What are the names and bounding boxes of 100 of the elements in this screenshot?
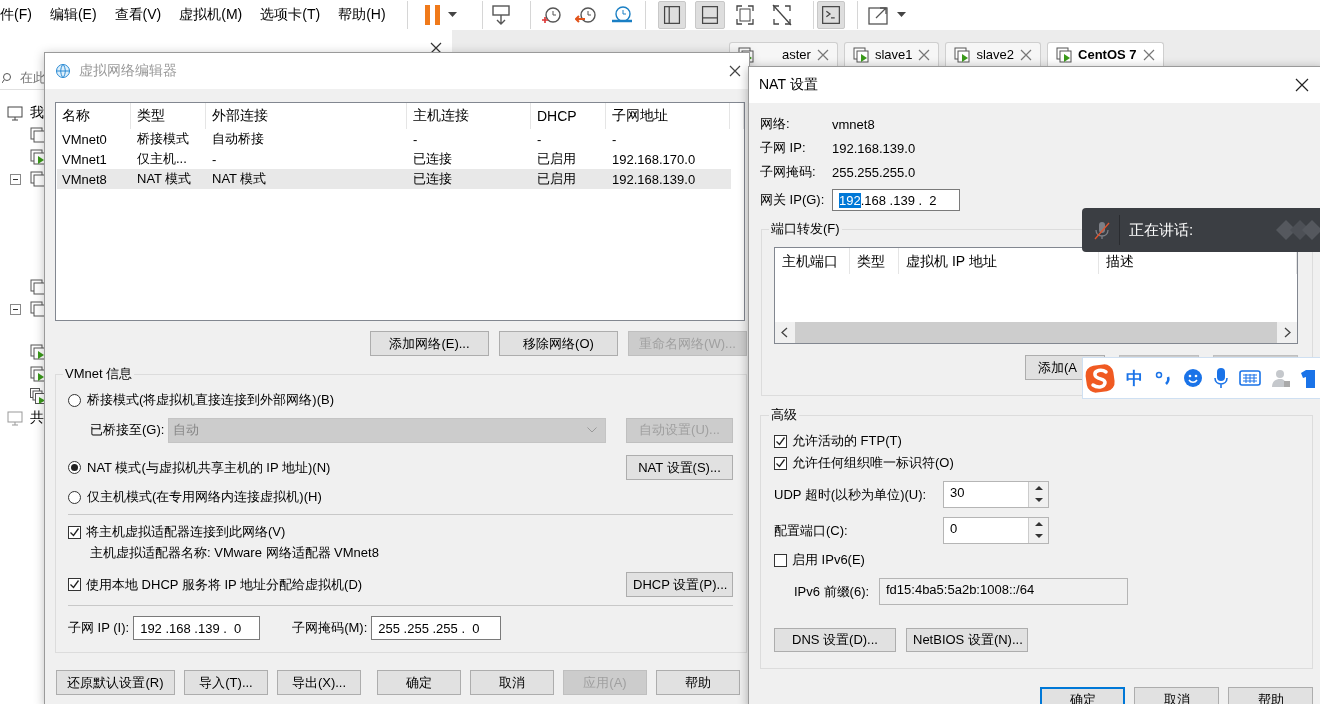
menu-item[interactable]: 虚拟机(M)	[170, 0, 252, 30]
dialog-title: NAT 设置	[759, 76, 819, 94]
table-row[interactable]: VMnet8 NAT 模式 NAT 模式 已连接 已启用 192.168.139.0	[57, 169, 731, 189]
radio-button[interactable]	[68, 490, 81, 504]
close-icon[interactable]	[430, 42, 442, 54]
ip-field[interactable]: 192.168 .139 . 2	[832, 189, 960, 211]
column-header[interactable]: DHCP	[531, 103, 606, 129]
table-cell-text: 桥接模式	[136, 130, 190, 148]
list-button[interactable]: 移除网络(O)	[499, 331, 618, 356]
menu-item[interactable]: 件(F)	[0, 0, 41, 30]
column-header[interactable]: 类型	[850, 248, 899, 274]
revert-icon[interactable]	[574, 4, 597, 26]
field-label: 配置端口(C):	[774, 521, 849, 540]
snapshot-icon[interactable]	[539, 4, 562, 26]
checkbox[interactable]	[68, 578, 81, 591]
radio-label: NAT 模式(与虚拟机共享主机的 IP 地址)(N)	[87, 458, 331, 477]
adapter-name: 主机虚拟适配器名称: VMware 网络适配器 VMnet8	[89, 544, 380, 562]
radio-button[interactable]	[68, 461, 81, 474]
dialog-title: 虚拟网络编辑器	[79, 62, 178, 80]
running-vm-icon	[954, 46, 971, 63]
checkbox-label: 允许任何组织唯一标识符(O)	[792, 454, 954, 472]
caret-icon[interactable]	[896, 12, 906, 18]
input-mode-toggle[interactable]: 中	[1126, 366, 1143, 390]
column-header[interactable]: 名称	[56, 103, 131, 129]
group-title: VMnet 信息	[64, 365, 134, 383]
dialog-button[interactable]: 还原默认设置(R)	[56, 670, 175, 695]
scrollbar[interactable]	[775, 322, 1297, 343]
group-title: 端口转发(F)	[770, 220, 841, 238]
dhcp-settings-button[interactable]: DHCP 设置(P)...	[626, 572, 733, 597]
keyboard-icon[interactable]	[1239, 369, 1261, 387]
menu-item[interactable]: 帮助(H)	[329, 0, 395, 30]
table-row[interactable]: VMnet1 仅主机... - 已连接 已启用 192.168.170.0	[57, 149, 731, 169]
tab[interactable]: slave2	[945, 42, 1042, 66]
field-label: 子网掩码:	[760, 163, 817, 181]
search-icon	[2, 71, 12, 84]
monitor-icon	[7, 410, 23, 426]
chevron-down-icon	[587, 427, 598, 433]
settings-button[interactable]: NetBIOS 设置(N)...	[906, 628, 1028, 652]
column-header[interactable]: 类型	[131, 103, 206, 129]
table-cell-text: NAT 模式	[211, 170, 268, 188]
tree-item[interactable]: 我	[30, 104, 44, 122]
settings-button[interactable]: DNS 设置(D)...	[774, 628, 896, 652]
checkbox[interactable]	[774, 434, 787, 448]
collapse-icon[interactable]	[10, 173, 21, 185]
checkbox-label: 将主机虚拟适配器连接到此网络(V)	[86, 523, 286, 541]
field-value: 255.255.255.0	[832, 164, 916, 180]
nat-settings-button[interactable]: NAT 设置(S)...	[626, 455, 733, 480]
sidebar-icon[interactable]	[657, 1, 686, 29]
list-button[interactable]: 添加网络(E)...	[370, 331, 489, 356]
collapse-icon[interactable]	[10, 303, 21, 315]
toast-text: 正在讲话:	[1129, 220, 1195, 240]
field-label: 子网 IP:	[760, 139, 807, 157]
field-label: 网络:	[760, 115, 791, 133]
dialog-button[interactable]: 确定	[377, 670, 461, 695]
table-cell-text: VMnet8	[61, 170, 108, 189]
dialog-button[interactable]: 导入(T)...	[184, 670, 268, 695]
bottom-panel-icon[interactable]	[694, 1, 725, 29]
menu-item[interactable]: 编辑(E)	[40, 0, 106, 30]
field-value: vmnet8	[832, 116, 875, 132]
port-table[interactable]: 主机端口 类型 虚拟机 IP 地址 描述	[774, 247, 1298, 344]
column-header[interactable]: 外部连接	[206, 103, 407, 129]
table-cell-text: 已连接	[412, 170, 453, 188]
checkbox[interactable]	[68, 525, 81, 539]
menu-item[interactable]: 查看(V)	[105, 0, 171, 30]
close-icon[interactable]	[729, 65, 741, 77]
checkbox[interactable]	[774, 553, 787, 567]
column-header[interactable]: 主机连接	[407, 103, 531, 129]
field-value: 192.168.139.0	[832, 140, 916, 156]
network-list[interactable]: 名称 类型 外部连接 主机连接 DHCP 子网地址 VMnet0 桥接模式 自动桥接 - - - VMnet1 仅主机... - 已连接 已启用 192.168.170.0 VMnet8 NAT 模式 NAT 模式 已连接 已启用 192.168.139.0	[55, 102, 745, 321]
radio-label: 桥接模式(将虚拟机直接连接到外部网络)(B)	[87, 391, 334, 409]
dialog-button[interactable]: 帮助	[656, 670, 740, 695]
table-cell-text: 已启用	[536, 150, 577, 168]
dialog-button[interactable]: 取消	[470, 670, 554, 695]
tree-item[interactable]: 共	[30, 409, 44, 427]
checkbox[interactable]	[774, 456, 787, 470]
field-label: UDP 超时(以秒为单位)(U):	[774, 485, 928, 504]
table-cell-text: NAT 模式	[136, 170, 193, 188]
globe-icon	[55, 63, 71, 79]
table-row[interactable]: VMnet0 桥接模式 自动桥接 - - -	[57, 129, 731, 149]
column-header[interactable]: 主机端口	[775, 248, 850, 274]
table-cell-text: VMnet1	[61, 150, 108, 169]
dialog-button[interactable]: 导出(X)...	[277, 670, 361, 695]
radio-button[interactable]	[68, 393, 81, 407]
field-label: 子网掩码(M):	[292, 619, 368, 637]
menu-item[interactable]: 选项卡(T)	[251, 0, 330, 30]
microphone-icon[interactable]	[1213, 367, 1229, 389]
tab[interactable]: slave1	[843, 42, 940, 66]
field-label: IPv6 前缀(6):	[794, 582, 871, 601]
emoji-icon[interactable]	[1183, 368, 1203, 388]
console-icon[interactable]	[816, 1, 845, 29]
table-cell-text: 已启用	[536, 170, 577, 188]
close-icon[interactable]	[1295, 78, 1309, 92]
field-label: 网关 IP(G):	[760, 191, 826, 209]
field-label: 已桥接至(G):	[90, 421, 165, 439]
tab[interactable]: CentOS 7	[1047, 42, 1164, 66]
column-header[interactable]: 子网地址	[606, 103, 730, 129]
ip-field[interactable]: 255 .255 .255 . 0	[371, 616, 502, 640]
ip-field[interactable]: 192 .168 .139 . 0	[133, 616, 261, 640]
caret-icon[interactable]	[447, 12, 457, 18]
table-cell-text: 仅主机...	[136, 150, 188, 168]
